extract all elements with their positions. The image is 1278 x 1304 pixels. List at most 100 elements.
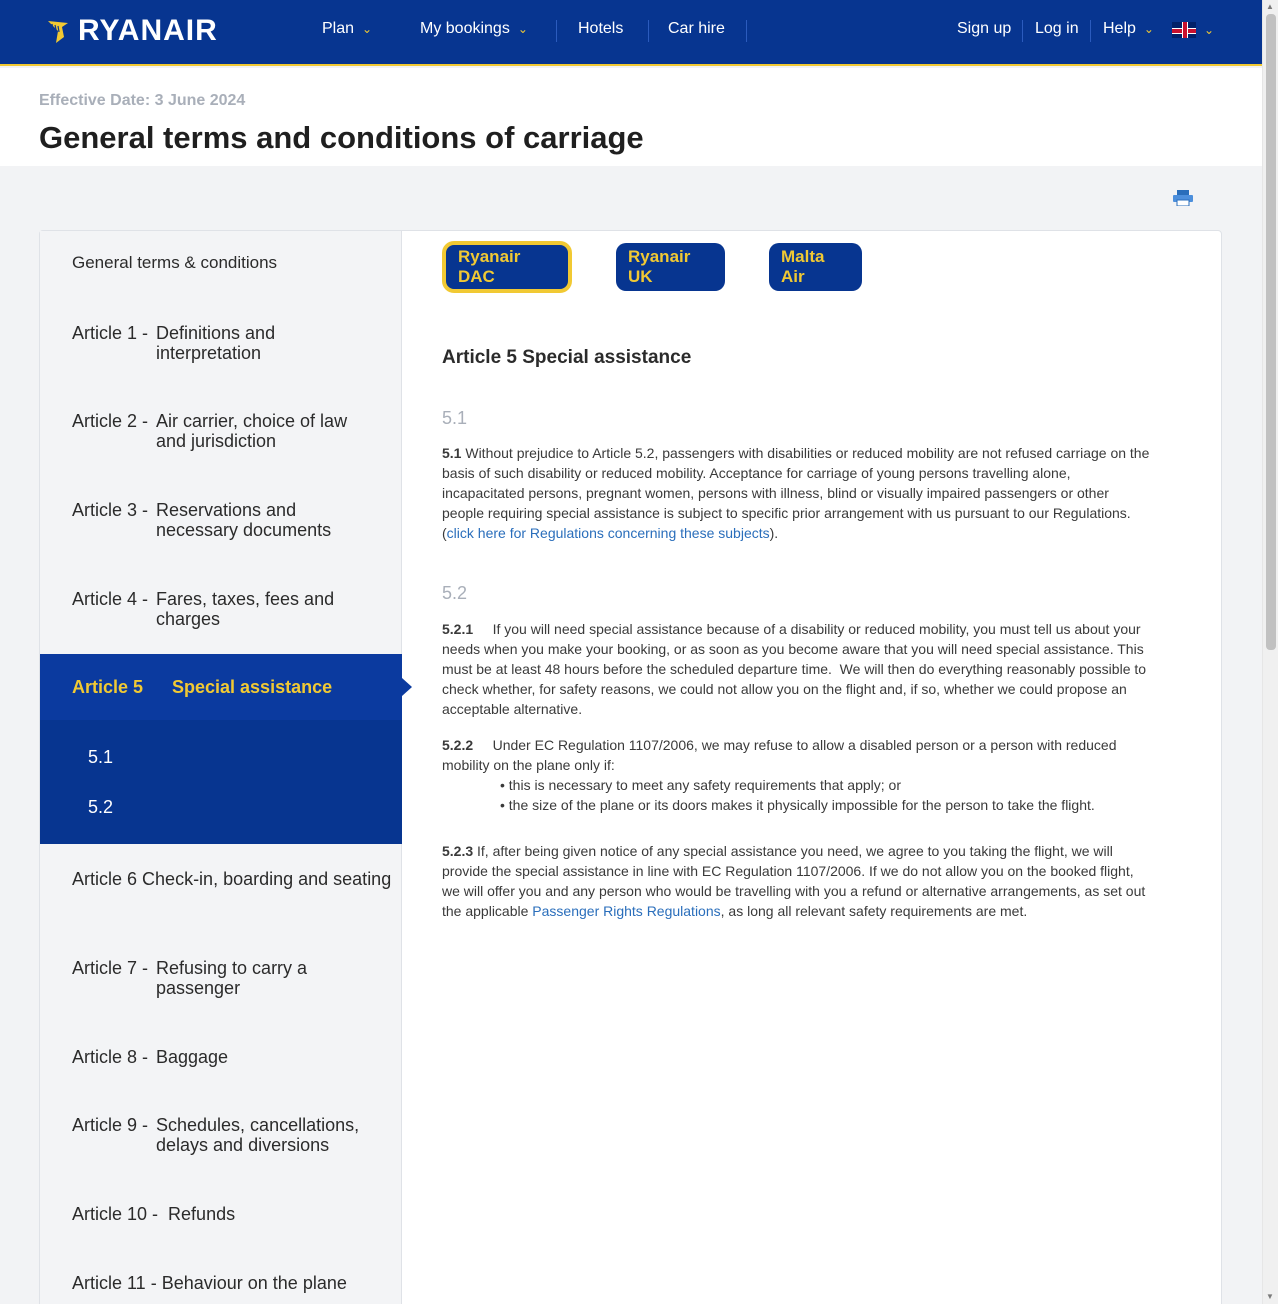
article-title: Check-in, boarding and seating [142,869,392,889]
section-number: 5.1 [442,408,468,428]
article-number: Article 7 - [72,958,149,978]
nav-divider [1022,20,1023,42]
article-number: Article 4 - [72,589,149,609]
refusal-conditions-list: • this is necessary to meet any safety r… [500,775,1095,815]
sidebar-item-article-5-active: Article 5 Special assistance 5.1 5.2 [40,654,412,844]
carrier-tab-ryanair-dac[interactable]: Ryanair DAC [442,241,572,293]
paragraph-5-2-2: 5.2.2 Under EC Regulation 1107/2006, we … [442,735,1152,775]
page-title: General terms and conditions of carriage [39,120,644,155]
paragraph-number: 5.2.2 [442,737,474,753]
chevron-down-icon: ⌄ [517,22,528,36]
sidebar-item-article-11[interactable]: Article 11 - Behaviour on the plane [40,1273,402,1293]
article-title: Baggage [156,1047,229,1067]
list-item: • the size of the plane or its doors mak… [500,797,1095,813]
article-number[interactable]: Article 5 [72,677,143,698]
scroll-up-arrow-icon[interactable]: ▲ [1266,2,1274,11]
regulations-link[interactable]: click here for Regulations concerning th… [447,525,770,541]
sidebar-item-article-9[interactable]: Article 9 - Schedules, cancellations, del… [40,1115,402,1155]
article-number: Article 11 - [72,1273,157,1293]
nav-divider [648,20,649,42]
nav-plan[interactable]: Plan ⌄ [322,20,372,38]
carrier-tab-malta-air[interactable]: Malta Air [769,243,862,291]
nav-my-bookings[interactable]: My bookings ⌄ [420,20,528,38]
article-number: Article 2 - [72,411,149,431]
article-title: Schedules, cancellations, delays and div… [156,1115,360,1155]
sidebar-heading-link[interactable]: General terms & conditions [72,253,277,273]
nav-hotels-label: Hotels [578,20,624,37]
article-number: Article 1 - [72,323,149,343]
sign-up-button[interactable]: Sign up [957,20,1011,38]
article-title: Fares, taxes, fees and charges [156,589,335,629]
brand-name: RYANAIR [78,14,218,47]
carrier-tab-label: Ryanair UK [628,247,691,286]
sidebar-item-article-7[interactable]: Article 7 - Refusing to carry a passenger [40,958,402,998]
nav-my-bookings-label: My bookings [420,20,510,37]
article-heading: Article 5 Special assistance [442,347,692,368]
nav-divider [556,20,557,42]
article-title: Air carrier, choice of law and jurisdict… [156,411,348,451]
chevron-down-icon: ⌄ [1204,23,1215,37]
paragraph-text: ). [769,525,779,541]
uk-flag-icon [1172,22,1196,38]
page-header: Effective Date: 3 June 2024 General term… [0,68,1262,166]
article-title: Reservations and necessary documents [156,500,332,540]
sidebar-item-article-3[interactable]: Article 3 - Reservations and necessary do… [40,500,402,540]
terms-card: General terms & conditions Article 1 - De… [39,230,1222,1304]
help-label: Help [1103,20,1136,37]
paragraph-text: If you will need special assistance beca… [442,621,1150,717]
sidebar-item-article-5[interactable]: Article 5 Special assistance [40,654,412,720]
language-selector[interactable]: ⌄ [1172,22,1214,38]
sidebar-item-article-6[interactable]: Article 6 Check-in, boarding and seating [40,869,402,889]
nav-plan-label: Plan [322,20,355,37]
paragraph-text: , as long all relevant safety requiremen… [720,903,1028,919]
paragraph-number: 5.2.1 [442,621,474,637]
list-item-text: this is necessary to meet any safety req… [508,777,901,793]
nav-divider [1090,20,1091,42]
list-item: • this is necessary to meet any safety r… [500,777,901,793]
active-indicator-arrow [402,678,412,696]
sidebar-item-article-10[interactable]: Article 10 - Refunds [40,1204,402,1224]
list-item-text: the size of the plane or its doors makes… [508,797,1095,813]
sidebar-item-article-1[interactable]: Article 1 - Definitions and interpretatio… [40,323,402,363]
carrier-tab-ryanair-uk[interactable]: Ryanair UK [616,243,725,291]
sidebar-item-article-8[interactable]: Article 8 - Baggage [40,1047,402,1067]
carrier-tab-label: Malta Air [781,247,825,286]
nav-divider [746,20,747,42]
nav-hotels[interactable]: Hotels [578,20,623,38]
print-icon[interactable] [1172,190,1194,206]
top-navigation-bar: RYANAIR Plan ⌄ My bookings ⌄ Hotels Car … [0,0,1262,66]
paragraph-5-2-1: 5.2.1 If you will need special assistanc… [442,619,1152,719]
harp-logo-icon [48,21,68,43]
log-in-label: Log in [1035,20,1079,37]
carrier-tab-label: Ryanair DAC [458,247,521,286]
page-scrollbar[interactable]: ▲ ▼ [1262,0,1278,1304]
sidebar-item-article-4[interactable]: Article 4 - Fares, taxes, fees and charge… [40,589,402,629]
sub-item-5-2[interactable]: 5.2 [88,797,113,818]
paragraph-text: Under EC Regulation 1107/2006, we may re… [442,737,1121,773]
scrollbar-thumb[interactable] [1266,14,1276,650]
article-number: Article 6 [72,869,138,889]
sidebar-item-article-2[interactable]: Article 2 - Air carrier, choice of law an… [40,411,402,451]
help-menu[interactable]: Help ⌄ [1103,20,1154,38]
article-number: Article 8 - [72,1047,149,1067]
article-title: Refunds [168,1204,236,1224]
article-number: Article 3 - [72,500,149,520]
article-number: Article 9 - [72,1115,149,1135]
nav-car-hire[interactable]: Car hire [668,20,725,38]
sub-item-5-1[interactable]: 5.1 [88,747,113,768]
log-in-button[interactable]: Log in [1035,20,1079,38]
passenger-rights-link[interactable]: Passenger Rights Regulations [532,903,720,919]
ryanair-logo[interactable]: RYANAIR [44,14,218,48]
effective-date: Effective Date: 3 June 2024 [39,92,246,109]
scroll-down-arrow-icon[interactable]: ▼ [1266,1292,1274,1301]
articles-sidebar: General terms & conditions Article 1 - De… [40,231,412,1304]
article-number: Article 10 - [72,1204,159,1224]
section-number: 5.2 [442,583,468,603]
article-title[interactable]: Special assistance [172,677,332,698]
sign-up-label: Sign up [957,20,1012,37]
article-title: Behaviour on the plane [161,1273,347,1293]
nav-car-hire-label: Car hire [668,20,725,37]
paragraph-number: 5.1 [442,445,462,461]
paragraph-5-2-3: 5.2.3 If, after being given notice of an… [442,841,1152,921]
article-title: Definitions and interpretation [156,323,276,363]
